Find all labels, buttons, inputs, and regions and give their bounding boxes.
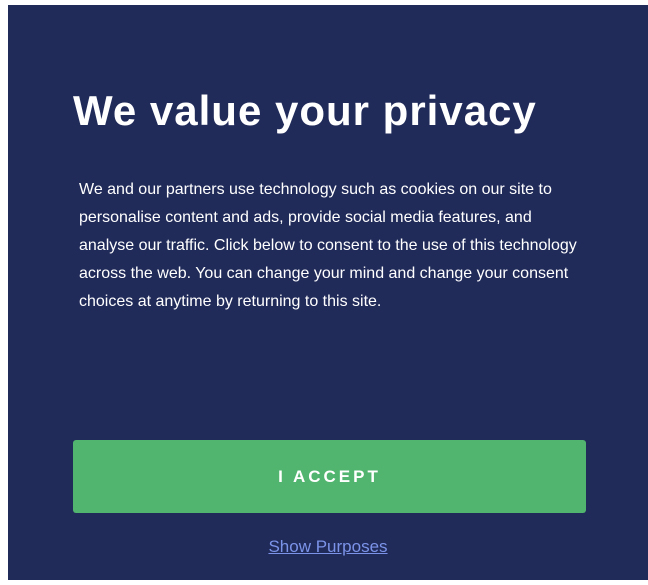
accept-button[interactable]: I ACCEPT [73,440,586,513]
show-purposes-container: Show Purposes [8,536,648,558]
page: We value your privacy We and our partner… [0,0,648,585]
show-purposes-link[interactable]: Show Purposes [268,537,387,556]
privacy-consent-dialog: We value your privacy We and our partner… [8,5,648,580]
dialog-title: We value your privacy [73,87,537,134]
consent-description: We and our partners use technology such … [79,181,577,310]
